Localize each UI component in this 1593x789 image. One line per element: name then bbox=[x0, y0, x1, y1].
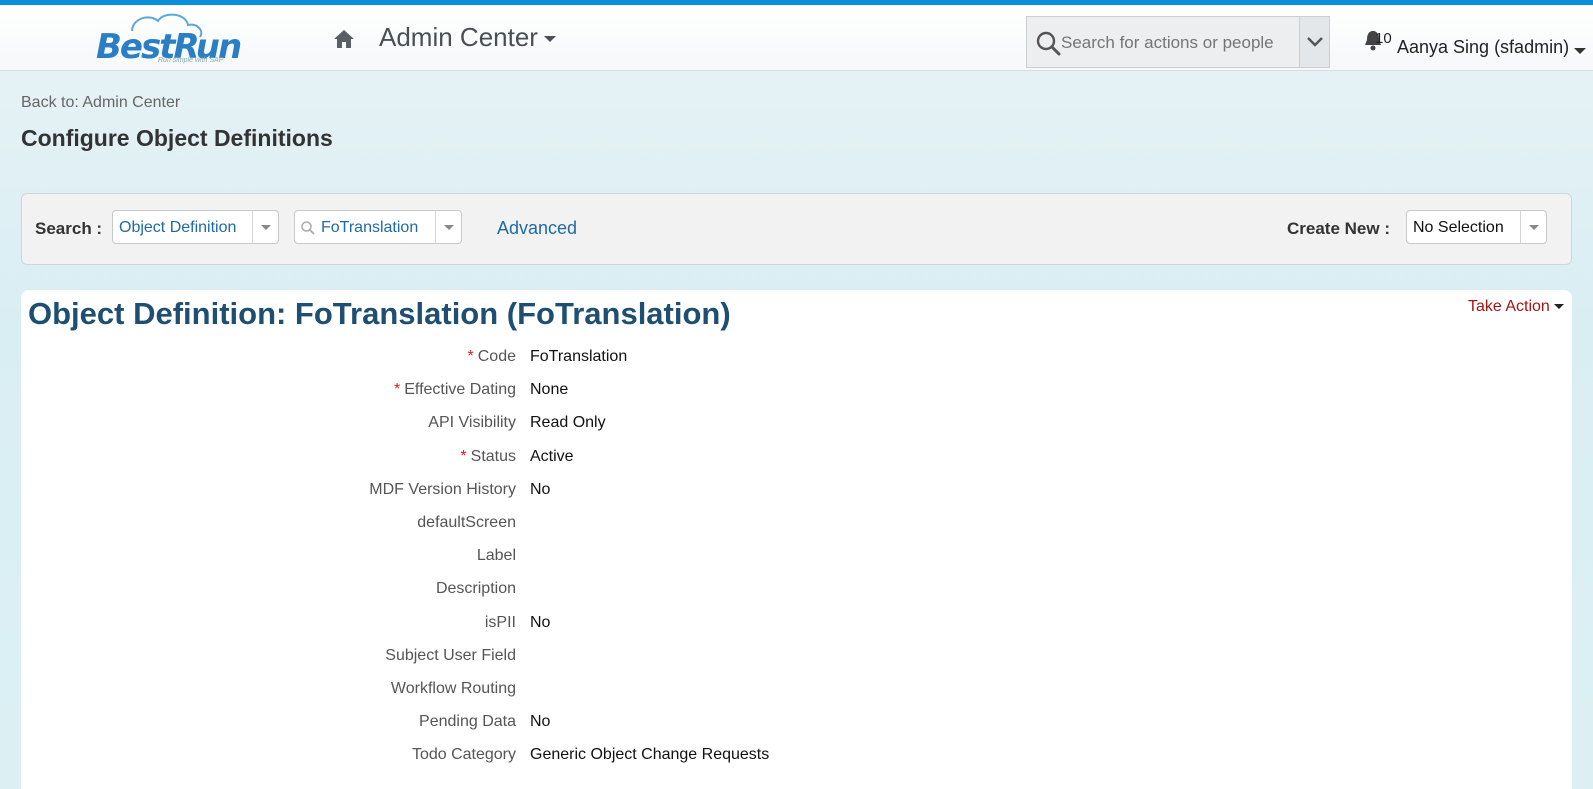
field-label-text: Label bbox=[476, 547, 516, 565]
field-label: MDF Version History bbox=[369, 481, 516, 499]
chevron-down-icon bbox=[1307, 37, 1323, 47]
field-row: Description bbox=[21, 580, 1121, 604]
user-menu[interactable]: Aanya Sing (sfadmin) bbox=[1397, 37, 1569, 58]
object-search-value: FoTranslation bbox=[321, 219, 419, 236]
field-value: Generic Object Change Requests bbox=[530, 746, 770, 764]
field-label: Subject User Field bbox=[385, 647, 516, 665]
create-new-value: No Selection bbox=[1413, 219, 1504, 236]
field-label: API Visibility bbox=[428, 414, 516, 432]
field-label: Pending Data bbox=[419, 713, 516, 731]
bestrun-logo[interactable]: BestRun Run simple with SAP bbox=[94, 9, 242, 67]
field-row: * Code FoTranslation bbox=[21, 348, 1121, 372]
field-value: None bbox=[530, 381, 569, 399]
field-row: isPII No bbox=[21, 614, 1121, 638]
chevron-down-icon bbox=[1553, 304, 1564, 310]
field-label-text: Effective Dating bbox=[404, 381, 516, 399]
home-icon[interactable] bbox=[333, 29, 355, 49]
admin-center-menu[interactable]: Admin Center bbox=[379, 22, 556, 53]
object-type-value: Object Definition bbox=[119, 219, 237, 236]
object-type-select[interactable]: Object Definition bbox=[112, 210, 279, 244]
required-marker: * bbox=[460, 447, 467, 465]
notification-count: 10 bbox=[1375, 30, 1392, 47]
app-header: BestRun Run simple with SAP Admin Center… bbox=[0, 5, 1593, 71]
field-label-text: API Visibility bbox=[428, 414, 516, 432]
field-label-text: Todo Category bbox=[411, 746, 516, 764]
chevron-down-icon[interactable] bbox=[1574, 48, 1586, 54]
search-label: Search : bbox=[35, 219, 103, 238]
take-action-menu[interactable]: Take Action bbox=[1468, 298, 1564, 316]
field-label-text: Status bbox=[470, 447, 516, 465]
global-search-input[interactable] bbox=[1061, 30, 1291, 56]
field-label-text: isPII bbox=[484, 613, 516, 631]
field-label-text: Code bbox=[477, 348, 516, 365]
field-value: No bbox=[530, 480, 551, 498]
field-label: defaultScreen bbox=[417, 514, 516, 532]
field-label: isPII bbox=[485, 614, 516, 632]
field-row: Subject User Field bbox=[21, 647, 1121, 671]
global-search bbox=[1026, 16, 1330, 68]
field-row: defaultScreen bbox=[21, 514, 1121, 538]
field-row: API Visibility Read Only bbox=[21, 414, 1121, 438]
field-row: Workflow Routing bbox=[21, 680, 1121, 704]
field-value: No bbox=[530, 713, 551, 731]
back-link[interactable]: Back to: Admin Center bbox=[21, 94, 180, 112]
field-value: No bbox=[530, 613, 551, 631]
logo-tagline: Run simple with SAP bbox=[158, 57, 224, 64]
field-label: * Code bbox=[468, 348, 516, 366]
search-icon bbox=[301, 221, 315, 235]
object-search-select[interactable]: FoTranslation bbox=[294, 210, 462, 244]
field-label-text: Workflow Routing bbox=[390, 680, 516, 697]
field-row: * Effective Dating None bbox=[21, 381, 1121, 405]
field-label: Label bbox=[477, 547, 516, 565]
chevron-down-icon bbox=[543, 36, 556, 43]
field-value: Read Only bbox=[530, 414, 606, 432]
field-value: FoTranslation bbox=[530, 348, 628, 365]
field-label-text: MDF Version History bbox=[369, 480, 516, 498]
field-label: * Effective Dating bbox=[394, 381, 516, 399]
field-label-text: Pending Data bbox=[419, 713, 516, 731]
field-label-text: Subject User Field bbox=[385, 646, 516, 664]
search-icon bbox=[1036, 31, 1061, 56]
create-new-label: Create New : bbox=[1287, 219, 1390, 238]
chevron-down-icon[interactable] bbox=[435, 211, 461, 243]
field-label: Workflow Routing bbox=[391, 680, 516, 698]
search-dropdown-button[interactable] bbox=[1299, 17, 1329, 67]
field-label: Description bbox=[436, 580, 516, 598]
field-label-text: defaultScreen bbox=[417, 514, 516, 531]
field-label-text: Description bbox=[435, 580, 516, 598]
field-label: Todo Category bbox=[412, 746, 516, 764]
required-marker: * bbox=[394, 381, 401, 399]
object-definition-title: Object Definition: FoTranslation (FoTran… bbox=[28, 296, 731, 331]
field-value: Active bbox=[530, 447, 574, 465]
search-panel: Search : Object Definition FoTranslation… bbox=[21, 193, 1572, 265]
field-row: Pending Data No bbox=[21, 713, 1121, 737]
object-definition-card: Object Definition: FoTranslation (FoTran… bbox=[21, 290, 1572, 789]
required-marker: * bbox=[467, 348, 474, 365]
field-row: Label bbox=[21, 547, 1121, 571]
take-action-label: Take Action bbox=[1468, 298, 1550, 315]
field-row: * Status Active bbox=[21, 448, 1121, 472]
app-title-label: Admin Center bbox=[379, 22, 538, 52]
page-title: Configure Object Definitions bbox=[21, 125, 333, 151]
field-label: * Status bbox=[460, 448, 516, 466]
advanced-search-link[interactable]: Advanced bbox=[497, 218, 577, 239]
chevron-down-icon[interactable] bbox=[252, 211, 278, 243]
create-new-select[interactable]: No Selection bbox=[1406, 210, 1547, 244]
field-row: MDF Version History No bbox=[21, 481, 1121, 505]
chevron-down-icon[interactable] bbox=[1520, 211, 1546, 243]
field-row: Todo Category Generic Object Change Reque… bbox=[21, 746, 1121, 770]
